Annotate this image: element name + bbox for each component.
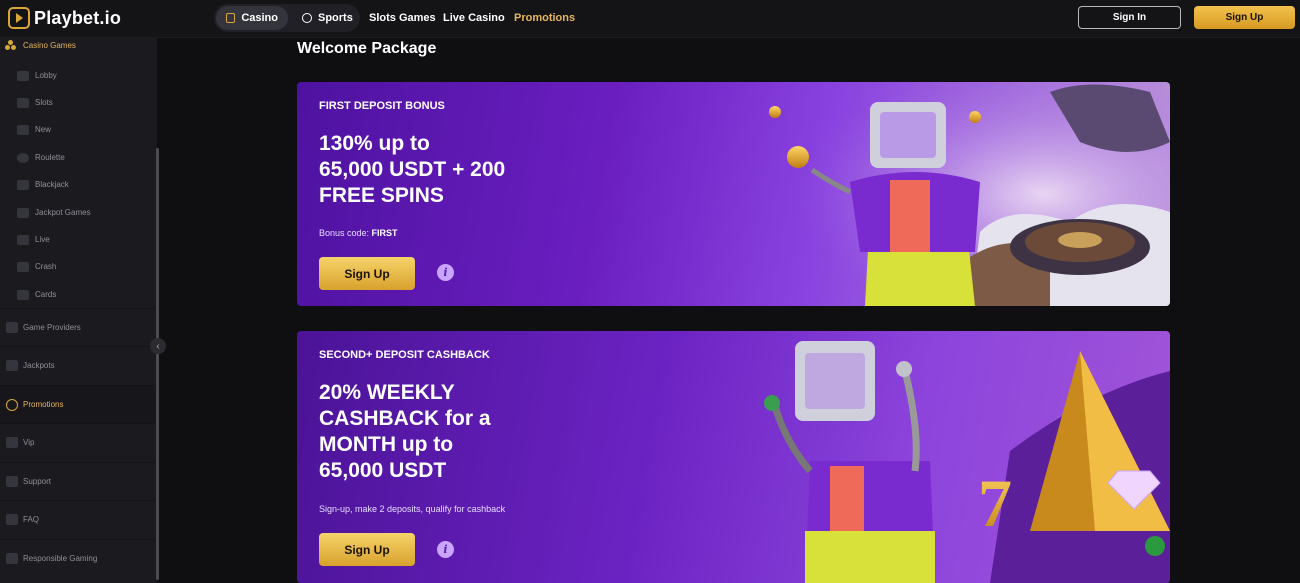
promotions-icon — [6, 398, 18, 411]
sidebar-item-label: Lobby — [35, 71, 57, 80]
bonus-code-value: FIRST — [371, 228, 398, 238]
sidebar-item-label: Jackpot Games — [35, 208, 91, 217]
card-headline: 20% WEEKLY CASHBACK for a MONTH up to 65… — [319, 381, 491, 482]
sidebar-item-label: Crash — [35, 262, 57, 271]
sidebar-item-faq[interactable]: FAQ — [0, 500, 157, 538]
sidebar-item-responsible-gaming[interactable]: Responsible Gaming — [0, 539, 157, 577]
bonus-code-prefix: Bonus code: — [319, 228, 372, 238]
support-icon — [6, 476, 18, 487]
top-bar: Playbet.io Casino Sports Slots Games Liv… — [0, 0, 1300, 38]
info-icon[interactable]: i — [437, 264, 454, 281]
sidebar-item-game-providers[interactable]: Game Providers — [0, 308, 157, 346]
bonus-code-text: Bonus code: FIRST — [319, 228, 398, 238]
card-kicker: FIRST DEPOSIT BONUS — [319, 100, 445, 112]
chevron-left-icon: ‹ — [156, 340, 160, 352]
jackpots-icon — [6, 360, 18, 371]
nav-live-casino[interactable]: Live Casino — [443, 12, 505, 24]
roulette-icon — [17, 152, 29, 163]
sidebar-item-promotions[interactable]: Promotions — [0, 385, 157, 423]
sidebar-item-roulette[interactable]: Roulette — [0, 144, 157, 171]
logo-text: Playbet.io — [34, 7, 122, 28]
sidebar-item-support[interactable]: Support — [0, 462, 157, 500]
lobby-icon — [17, 70, 29, 81]
sidebar-item-label: Jackpots — [23, 361, 55, 370]
sidebar-item-label: Slots — [35, 98, 53, 107]
faq-icon — [6, 514, 18, 525]
sports-ball-icon — [302, 13, 312, 23]
logo[interactable]: Playbet.io — [8, 7, 121, 29]
responsible-gaming-icon — [6, 553, 18, 564]
info-icon[interactable]: i — [437, 541, 454, 558]
cashback-note: Sign-up, make 2 deposits, qualify for ca… — [319, 504, 506, 514]
logo-icon — [8, 7, 30, 29]
sidebar-item-blackjack[interactable]: Blackjack — [0, 171, 157, 198]
live-icon — [17, 234, 29, 245]
sidebar-item-label: Cards — [35, 290, 57, 299]
nav-promotions[interactable]: Promotions — [514, 12, 575, 24]
sidebar-item-label: Support — [23, 477, 52, 486]
sidebar-item-crash[interactable]: Crash — [0, 253, 157, 280]
sign-up-button[interactable]: Sign Up — [1194, 6, 1295, 29]
slots-icon — [17, 97, 29, 108]
casino-icon — [226, 13, 236, 23]
blackjack-icon — [17, 179, 29, 190]
sidebar-item-label: Vip — [23, 438, 35, 447]
tab-sports[interactable]: Sports — [292, 6, 363, 30]
tab-casino[interactable]: Casino — [216, 6, 288, 30]
sidebar-heading-casino-games[interactable]: Casino Games — [0, 38, 157, 52]
card-sign-up-button[interactable]: Sign Up — [319, 257, 415, 290]
new-icon — [17, 124, 29, 135]
sidebar-item-label: Game Providers — [23, 323, 81, 332]
cards-icon — [17, 289, 29, 300]
casino-sports-toggle: Casino Sports — [214, 4, 360, 32]
sidebar-item-label: Promotions — [23, 400, 64, 409]
vip-icon — [6, 437, 18, 448]
sidebar-item-label: Live — [35, 235, 50, 244]
tab-sports-label: Sports — [318, 12, 353, 24]
sidebar-collapse-button[interactable]: ‹ — [150, 338, 166, 354]
sidebar-item-lobby[interactable]: Lobby — [0, 62, 157, 89]
page-title: Welcome Package — [297, 40, 437, 57]
sidebar-item-label: Blackjack — [35, 180, 69, 189]
promo-illustration-robot-pyramid: 7 — [764, 341, 1170, 583]
casino-games-icon — [5, 40, 16, 51]
sidebar-scrollbar[interactable] — [156, 148, 159, 580]
game-providers-icon — [6, 322, 18, 333]
svg-text:7: 7 — [978, 465, 1012, 541]
card-headline: 130% up to 65,000 USDT + 200 FREE SPINS — [319, 132, 506, 207]
promo-card-cashback: 7 SECOND+ DEPOSIT CASHBACK 20% WEEKLY CA… — [297, 331, 1170, 583]
sidebar-item-slots[interactable]: Slots — [0, 89, 157, 116]
card-kicker: SECOND+ DEPOSIT CASHBACK — [319, 349, 490, 361]
sidebar-item-label: New — [35, 125, 52, 134]
nav-slots-games[interactable]: Slots Games — [369, 12, 436, 24]
jackpot-games-icon — [17, 207, 29, 218]
sidebar-item-jackpots[interactable]: Jackpots — [0, 346, 157, 384]
sidebar-item-live[interactable]: Live — [0, 226, 157, 253]
crash-icon — [17, 261, 29, 272]
promo-card-first-deposit: FIRST DEPOSIT BONUS 130% up to 65,000 US… — [297, 82, 1170, 306]
sidebar-item-cards[interactable]: Cards — [0, 281, 157, 308]
sidebar-heading-label: Casino Games — [23, 41, 76, 50]
sidebar-item-label: FAQ — [23, 515, 40, 524]
sidebar: Casino Games Lobby Slots New Roulette Bl… — [0, 38, 157, 583]
sidebar-item-label: Responsible Gaming — [23, 554, 98, 563]
promo-illustration-robot-roulette — [750, 82, 1170, 306]
sign-in-button[interactable]: Sign In — [1078, 6, 1181, 29]
sidebar-item-jackpot-games[interactable]: Jackpot Games — [0, 199, 157, 226]
sidebar-item-new[interactable]: New — [0, 116, 157, 143]
sidebar-item-label: Roulette — [35, 153, 65, 162]
card-sign-up-button[interactable]: Sign Up — [319, 533, 415, 566]
sidebar-item-vip[interactable]: Vip — [0, 423, 157, 461]
tab-casino-label: Casino — [241, 12, 278, 24]
